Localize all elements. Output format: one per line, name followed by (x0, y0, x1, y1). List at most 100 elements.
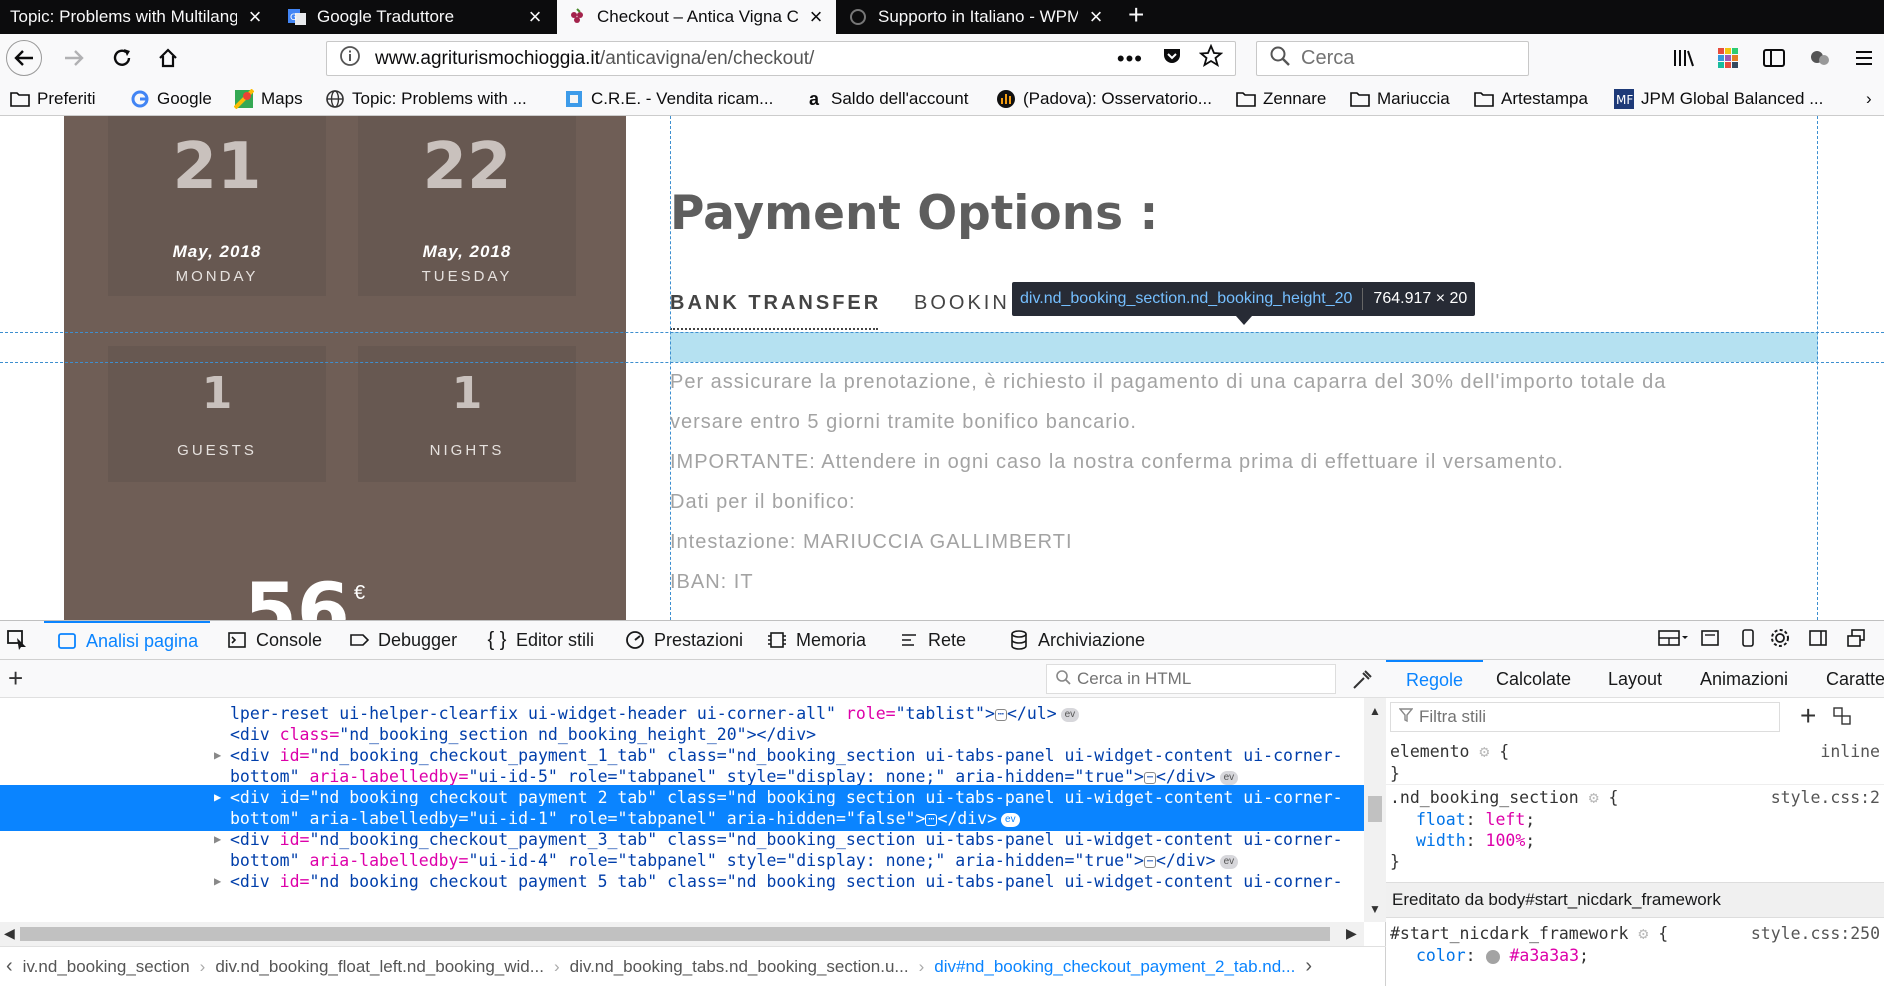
back-button[interactable] (6, 40, 42, 76)
bookmark-topic[interactable]: Topic: Problems with ... (325, 87, 527, 111)
bookmark-mariuccia[interactable]: Mariuccia (1350, 87, 1450, 111)
sidebar-button[interactable] (1758, 42, 1790, 74)
tool-storage[interactable]: Archiviazione (1008, 621, 1145, 659)
new-tab-button[interactable]: + (1128, 0, 1144, 34)
screenshot-button[interactable] (1700, 621, 1720, 659)
tab-computed[interactable]: Calcolate (1496, 660, 1571, 698)
pocket-icon[interactable] (1161, 45, 1183, 73)
bookmarks-overflow-icon[interactable]: › (1866, 87, 1872, 111)
bookmark-google[interactable]: Google (130, 87, 212, 111)
html-search-input[interactable]: Cerca in HTML (1046, 664, 1336, 694)
info-icon[interactable] (339, 45, 361, 73)
eyedropper-icon[interactable] (1350, 668, 1372, 695)
declaration-width[interactable]: width: 100%; (1386, 831, 1884, 850)
event-badge[interactable]: ev (1219, 770, 1239, 785)
add-node-icon[interactable]: + (8, 664, 23, 692)
tool-console[interactable]: Console (226, 621, 322, 659)
tab-google-translate[interactable]: G Google Traduttore × (277, 0, 555, 34)
expand-triangle-icon[interactable]: ▶ (214, 869, 221, 894)
color-swatch[interactable] (1485, 949, 1500, 964)
close-icon[interactable]: × (525, 4, 545, 30)
breadcrumb-item[interactable]: div.nd_booking_float_left.nd_booking_wid… (215, 957, 544, 977)
scroll-thumb[interactable] (20, 927, 1330, 941)
collapsed-ellipsis-icon[interactable]: ⋯ (925, 813, 938, 826)
tool-debugger[interactable]: Debugger (348, 621, 457, 659)
devtools-settings-button[interactable] (1770, 621, 1790, 659)
separate-window-button[interactable] (1846, 621, 1866, 659)
pick-element-button[interactable] (6, 621, 38, 659)
rule-start-nicdark[interactable]: #start_nicdark_framework ⚙ {style.css:25… (1386, 924, 1884, 943)
tool-memory[interactable]: Memoria (766, 621, 866, 659)
reload-button[interactable] (106, 42, 138, 74)
bookmark-zennare[interactable]: Zennare (1236, 87, 1326, 111)
markup-line[interactable]: ▶ <div id="nd booking checkout payment 5 … (0, 869, 1364, 894)
rule-element[interactable]: elemento ⚙ {inline (1386, 742, 1884, 761)
toggle-pseudo-class-icon[interactable] (1832, 706, 1856, 733)
collapsed-ellipsis-icon[interactable]: ⋯ (1143, 771, 1156, 784)
tab-rules[interactable]: Regole (1386, 660, 1484, 698)
event-badge[interactable]: ev (1001, 812, 1020, 827)
page-actions-icon[interactable]: ••• (1117, 46, 1143, 72)
dock-side-button[interactable] (1808, 621, 1828, 659)
breadcrumb-item[interactable]: div.nd_booking_tabs.nd_booking_section.u… (570, 957, 909, 977)
scroll-up-icon[interactable]: ▲ (1369, 704, 1381, 718)
tool-inspector[interactable]: Analisi pagina (44, 621, 211, 659)
search-bar[interactable]: Cerca (1256, 41, 1529, 76)
tool-performance[interactable]: Prestazioni (624, 621, 743, 659)
bookmark-preferiti[interactable]: Preferiti (10, 87, 96, 111)
scroll-right-icon[interactable]: ▶ (1346, 925, 1357, 942)
guests-count: 1 (201, 368, 233, 419)
bookmark-jpm[interactable]: MF JPM Global Balanced ... (1614, 87, 1823, 111)
rule-source[interactable]: style.css:250 (1751, 924, 1880, 943)
tab-booking[interactable]: BOOKIN (914, 292, 1010, 315)
bookmark-padova[interactable]: (Padova): Osservatorio... (996, 87, 1212, 111)
tab-checkout[interactable]: Checkout – Antica Vigna Country × (557, 0, 836, 34)
responsive-mode-button[interactable] (1738, 621, 1758, 659)
tab-wpml-topic[interactable]: Topic: Problems with Multilanguage × (0, 0, 275, 34)
tab-bank-transfer[interactable]: BANK TRANSFER (670, 292, 881, 315)
tab-wpml-support[interactable]: Supporto in Italiano - WPML × (838, 0, 1116, 34)
markup-horizontal-scrollbar[interactable]: ◀ ▶ (0, 922, 1364, 946)
bookmark-star-icon[interactable] (1198, 43, 1224, 74)
extension-button[interactable] (1712, 42, 1744, 74)
event-badge[interactable]: ev (1219, 854, 1239, 869)
declaration-color[interactable]: color: #a3a3a3; (1386, 946, 1884, 965)
url-bar[interactable]: www.agriturismochioggia.it/anticavigna/e… (326, 41, 1236, 76)
menu-button[interactable] (1852, 42, 1876, 74)
filter-styles-input[interactable]: Filtra stili (1390, 702, 1780, 732)
tool-style-editor[interactable]: { } Editor stili (486, 621, 595, 659)
home-button[interactable] (152, 42, 184, 74)
split-console-button[interactable] (1658, 621, 1688, 659)
declaration-float[interactable]: float: left; (1386, 810, 1884, 829)
rule-source[interactable]: style.css:2 (1771, 788, 1880, 807)
bookmark-amazon[interactable]: a Saldo dell'account (804, 87, 968, 111)
bookmark-cre[interactable]: C.R.E. - Vendita ricam... (564, 87, 773, 111)
scroll-down-icon[interactable]: ▼ (1369, 902, 1381, 916)
event-badge[interactable]: ev (1060, 707, 1080, 722)
tab-animations[interactable]: Animazioni (1700, 660, 1788, 698)
scroll-thumb[interactable] (1368, 796, 1382, 822)
tab-layout[interactable]: Layout (1608, 660, 1662, 698)
bookmark-label: Maps (261, 89, 303, 108)
close-icon[interactable]: × (806, 4, 826, 30)
tab-fonts[interactable]: Caratte (1826, 660, 1884, 698)
bookmark-maps[interactable]: Maps (234, 87, 303, 111)
rule-nd-booking-section[interactable]: .nd_booking_section ⚙ {style.css:2 (1386, 788, 1884, 807)
markup-vertical-scrollbar[interactable]: ▲ ▼ (1364, 698, 1386, 922)
extension-2-button[interactable] (1804, 42, 1836, 74)
close-icon[interactable]: × (1086, 4, 1106, 30)
tool-network[interactable]: Rete (898, 621, 966, 659)
breadcrumb-back-icon[interactable]: ‹ (6, 955, 13, 978)
rule-source[interactable]: inline (1820, 742, 1880, 761)
collapsed-ellipsis-icon[interactable]: ⋯ (994, 708, 1007, 721)
bookmark-artestampa[interactable]: Artestampa (1474, 87, 1588, 111)
library-button[interactable] (1668, 42, 1700, 74)
breadcrumb-item-selected[interactable]: div#nd_booking_checkout_payment_2_tab.nd… (934, 957, 1295, 977)
add-rule-icon[interactable]: + (1800, 700, 1816, 732)
forward-button[interactable] (58, 42, 90, 74)
collapsed-ellipsis-icon[interactable]: ⋯ (1143, 855, 1156, 868)
scroll-left-icon[interactable]: ◀ (4, 925, 15, 942)
breadcrumb-item[interactable]: iv.nd_booking_section (23, 957, 190, 977)
breadcrumb-forward-icon[interactable]: › (1305, 955, 1312, 978)
close-icon[interactable]: × (245, 4, 265, 30)
